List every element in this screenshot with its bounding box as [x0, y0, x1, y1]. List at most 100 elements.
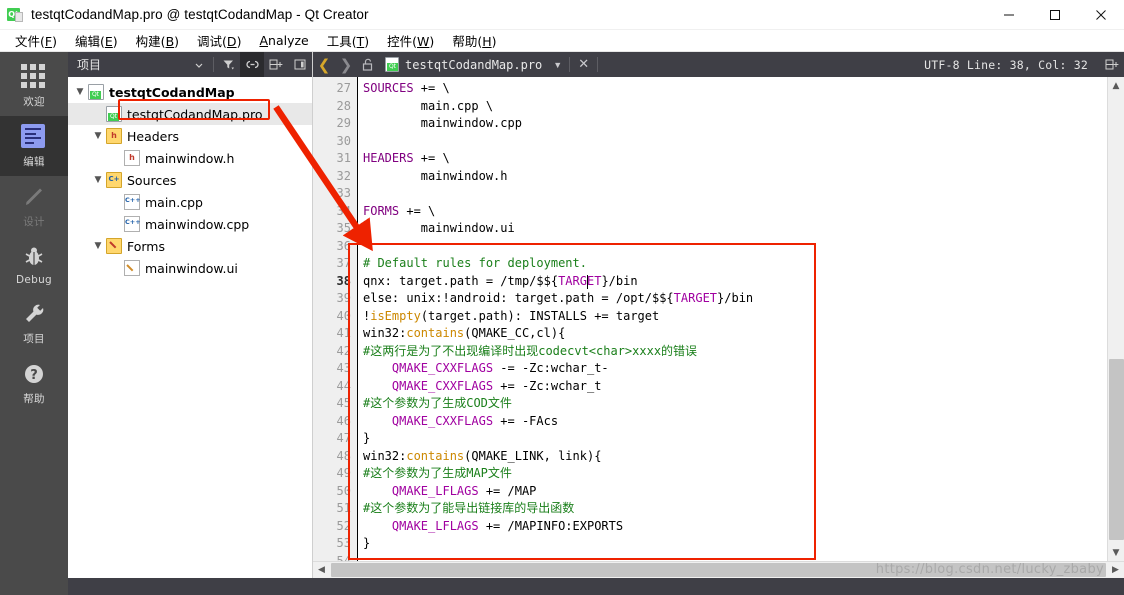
menu-mnemonic: A [259, 33, 269, 48]
ui-file-icon [124, 260, 140, 276]
menu-item-5[interactable]: 工具(T) [318, 29, 378, 52]
tree-item-mainwindow.ui[interactable]: mainwindow.ui [68, 257, 312, 279]
code-token-txt: -= -Zc:wchar_t- [493, 361, 609, 375]
code-token-cmt: #这个参数为了能导出链接库的导出函数 [363, 501, 575, 515]
chevron-right-icon[interactable]: ▶ [1107, 562, 1124, 578]
code-token-cmt: #这个参数为了生成MAP文件 [363, 466, 512, 480]
mode-item-Debug[interactable]: Debug [0, 236, 68, 293]
line-number: 30 [336, 133, 351, 148]
code-token-txt: += \ [413, 151, 450, 165]
editor-column: ❮ ❯ testqtCodandMap.pro ▼ ✕ UTF-8 Line: … [313, 52, 1124, 578]
minimize-icon[interactable] [986, 0, 1032, 30]
chevron-up-icon[interactable]: ▲ [1108, 77, 1124, 94]
tree-item-Forms[interactable]: ▼ Forms [68, 235, 312, 257]
menu-mnemonic: T [356, 34, 365, 49]
menu-bar: 文件(F) 编辑(E) 构建(B) 调试(D) Analyze 工具(T) 控件(W) 帮助(… [0, 30, 1124, 52]
chevron-left-icon[interactable]: ❮ [313, 52, 335, 77]
help-icon: ? [21, 361, 47, 387]
code-token-txt: += /MAP [478, 483, 537, 498]
project-tree[interactable]: ▼testqtCodandMaptestqtCodandMap.pro▼hHea… [68, 77, 312, 578]
panel-close-icon[interactable] [288, 52, 312, 77]
code-line: HEADERS += \ [363, 150, 1107, 168]
tree-item-testqtCodandMap[interactable]: ▼ testqtCodandMap [68, 81, 312, 103]
vscroll-thumb[interactable] [1108, 359, 1124, 540]
menu-mnemonic: D [226, 34, 237, 49]
code-line: !isEmpty(target.path): INSTALLS += targe… [363, 308, 1107, 326]
code-token-txt: else: unix:!android: target.path = /opt/… [363, 291, 674, 305]
editor-file-tab[interactable]: testqtCodandMap.pro [379, 52, 548, 77]
code-token-txt: (QMAKE_LINK, link){ [464, 448, 602, 463]
tree-item-main.cpp[interactable]: main.cpp [68, 191, 312, 213]
filter-icon[interactable] [216, 52, 240, 77]
cpp-file-icon [124, 216, 140, 232]
horizontal-scrollbar[interactable]: ◀ ▶ [313, 561, 1124, 578]
mode-item-欢迎[interactable]: 欢迎 [0, 56, 68, 116]
code-token-fn: contains [406, 448, 465, 463]
code-line: QMAKE_CXXFLAGS += -FAcs [363, 413, 1107, 431]
menu-item-7[interactable]: 帮助(H) [443, 29, 505, 52]
menu-item-2[interactable]: 构建(B) [127, 29, 188, 52]
mode-item-label: 项目 [23, 333, 45, 345]
code-line: FORMS += \ [363, 203, 1107, 221]
mode-item-帮助[interactable]: ? 帮助 [0, 353, 68, 413]
mode-item-label: 帮助 [23, 393, 45, 405]
line-number: 38 [336, 273, 351, 288]
code-text[interactable]: SOURCES += \ main.cpp \ mainwindow.cpp HE… [358, 77, 1107, 561]
maximize-icon[interactable] [1032, 0, 1078, 30]
menu-item-3[interactable]: 调试(D) [188, 29, 250, 52]
chevron-down-icon[interactable] [187, 52, 211, 77]
split-icon[interactable] [1100, 52, 1124, 77]
tree-item-testqtCodandMap.pro[interactable]: testqtCodandMap.pro [68, 103, 312, 125]
vertical-scrollbar[interactable]: ▲ ▼ [1107, 77, 1124, 561]
chevron-right-icon[interactable]: ❯ [335, 52, 357, 77]
hscroll-thumb[interactable] [331, 563, 1106, 577]
tree-item-Headers[interactable]: ▼ h Headers [68, 125, 312, 147]
line-number: 36 [336, 238, 351, 253]
code-token-kw: SOURCES [363, 81, 414, 95]
chevron-down-icon[interactable]: ▼ [548, 60, 567, 70]
unlocked-icon[interactable] [357, 52, 379, 77]
line-number: 35 [336, 221, 351, 235]
code-token-kw: HEADERS [363, 151, 414, 165]
chevron-down-icon[interactable]: ▼ [90, 131, 106, 141]
tree-item-mainwindow.cpp[interactable]: mainwindow.cpp [68, 213, 312, 235]
code-token-txt: win32: [363, 448, 407, 463]
edit-icon [21, 124, 47, 150]
code-token-txt: += \ [399, 203, 436, 218]
menu-mnemonic: E [104, 34, 113, 49]
line-number: 27 [336, 81, 351, 95]
code-line: else: unix:!android: target.path = /opt/… [363, 290, 1107, 308]
chevron-left-icon[interactable]: ◀ [313, 562, 330, 578]
split-icon[interactable] [264, 52, 288, 77]
tree-item-mainwindow.h[interactable]: h mainwindow.h [68, 147, 312, 169]
mode-item-项目[interactable]: 项目 [0, 293, 68, 353]
menu-item-4[interactable]: Analyze [250, 31, 317, 50]
close-icon[interactable] [1078, 0, 1124, 30]
code-token-var: TARGET [558, 273, 602, 288]
menu-mnemonic: F [44, 34, 53, 49]
chevron-down-icon[interactable]: ▼ [1108, 544, 1124, 561]
code-line: } [363, 430, 1107, 448]
chevron-down-icon[interactable]: ▼ [90, 241, 106, 251]
code-token-cmt: # Default rules for deployment. [363, 256, 587, 270]
chevron-down-icon[interactable]: ▼ [72, 87, 88, 97]
menu-item-1[interactable]: 编辑(E) [66, 29, 127, 52]
hscroll-track[interactable] [330, 562, 1107, 578]
line-number-gutter: 27 28 29 30 31 32 33 34 35 36 37 38 39 40 41 42 43 44 45 46… [313, 77, 358, 561]
main-body: 欢迎 编辑 设计 Debug 项目? 帮助 项目 ▼ Qt testqtCoda… [0, 52, 1124, 578]
close-icon[interactable]: ✕ [572, 57, 595, 72]
menu-item-0[interactable]: 文件(F) [6, 29, 66, 52]
chevron-down-icon[interactable]: ▼ [90, 175, 106, 185]
tree-item-Sources[interactable]: ▼ C+ Sources [68, 169, 312, 191]
edit-line [25, 132, 37, 135]
vscroll-track[interactable] [1108, 94, 1124, 544]
code-line: mainwindow.cpp [363, 115, 1107, 133]
link-icon[interactable] [240, 52, 264, 77]
code-line: #这两行是为了不出现编译时出现codecvt<char>xxxx的错误 [363, 343, 1107, 361]
menu-mnemonic: W [417, 34, 430, 49]
line-number: 54 [336, 553, 351, 562]
mode-item-编辑[interactable]: 编辑 [0, 116, 68, 176]
menu-item-6[interactable]: 控件(W) [378, 29, 443, 52]
code-line: } [363, 535, 1107, 553]
